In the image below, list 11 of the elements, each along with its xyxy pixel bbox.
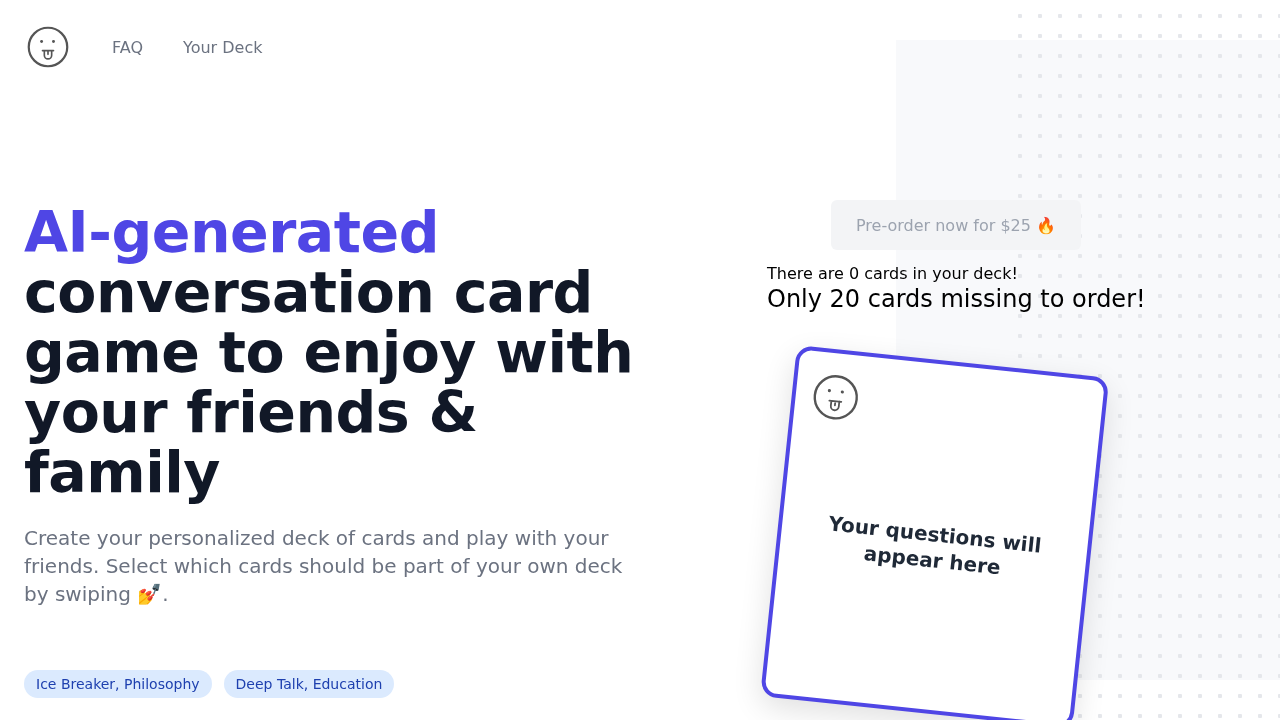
smiley-logo-icon[interactable] [26, 25, 70, 69]
description: Create your personalized deck of cards and play with your friends. Select which cards should be part of your own deck by swiping 💅. [24, 525, 624, 608]
headline: AI-generated conversation card game to enjoy with your friends & family [24, 202, 635, 502]
nav-link[interactable]: Your Deck [183, 37, 263, 57]
tag: Deep Talk, Education [223, 670, 395, 698]
question-card[interactable]: Your questions will appear here [760, 345, 1110, 720]
tag: Ice Breaker, Philosophy [24, 670, 212, 698]
card-placeholder-text: Your questions will appear here [826, 509, 1044, 581]
missing-cards-text: Only 20 cards missing to order! [767, 285, 1147, 313]
deck-count-text: There are 0 cards in your deck! [767, 264, 1019, 283]
nav-link[interactable]: FAQ [112, 37, 143, 57]
